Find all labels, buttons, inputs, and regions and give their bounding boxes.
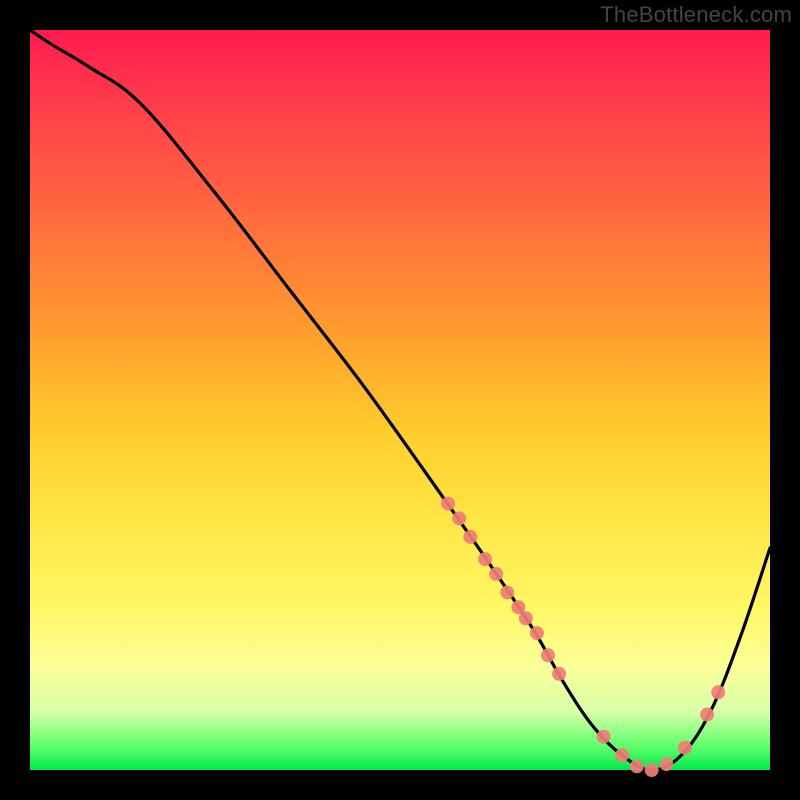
curve-marker [615,748,629,762]
curve-marker [678,741,692,755]
curve-marker [630,759,644,773]
curve-marker [659,757,673,771]
curve-marker [541,648,555,662]
curve-markers [441,497,725,777]
bottleneck-curve [30,30,770,770]
curve-marker [478,552,492,566]
curve-marker [645,763,659,777]
chart-frame: TheBottleneck.com [0,0,800,800]
watermark-text: TheBottleneck.com [600,2,792,28]
curve-marker [452,511,466,525]
curve-marker [500,585,514,599]
curve-marker [530,626,544,640]
curve-marker [441,497,455,511]
curve-marker [519,611,533,625]
curve-marker [700,708,714,722]
curve-marker [463,530,477,544]
curve-svg [30,30,770,770]
curve-marker [489,567,503,581]
plot-area [30,30,770,770]
curve-marker [597,730,611,744]
curve-marker [711,685,725,699]
curve-marker [552,667,566,681]
